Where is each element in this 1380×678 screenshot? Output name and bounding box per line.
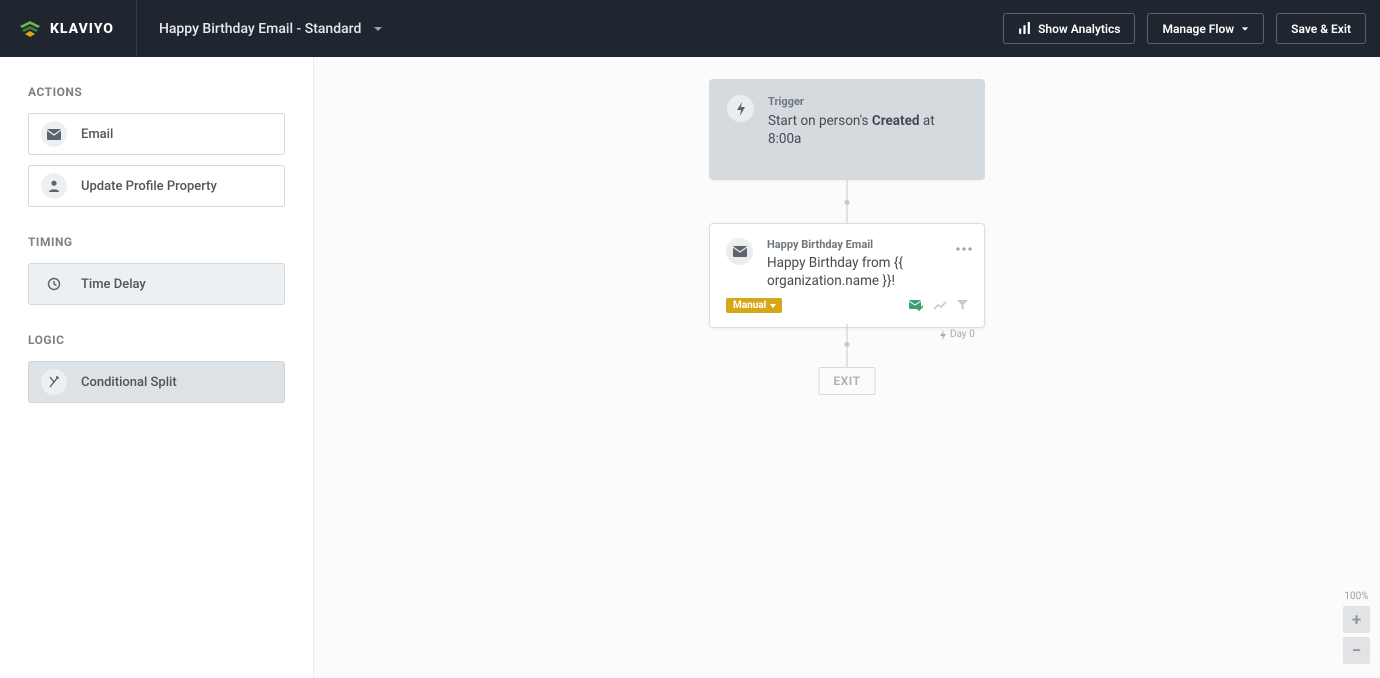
connector-line: [847, 180, 848, 200]
day-tag-text: Day 0: [950, 329, 975, 340]
palette-item-label: Update Profile Property: [81, 179, 217, 194]
bolt-icon: [727, 95, 754, 122]
email-node-indicators: [909, 300, 968, 312]
connector-line: [847, 205, 848, 223]
bolt-icon: [939, 330, 947, 340]
connector-line: [847, 347, 848, 367]
manage-flow-label: Manage Flow: [1162, 22, 1234, 36]
clock-icon: [41, 271, 67, 297]
email-node-head: Happy Birthday Email Happy Birthday from…: [726, 238, 968, 290]
trigger-text-strong: Created: [872, 113, 920, 129]
brand-logo[interactable]: KLAVIYO: [18, 0, 137, 57]
split-icon: [41, 369, 67, 395]
sidebar-section-timing: TIMING Time Delay: [28, 235, 285, 305]
trigger-node[interactable]: Trigger Start on person's Created at 8:0…: [709, 79, 985, 180]
section-label-actions: ACTIONS: [28, 85, 285, 99]
palette-item-email[interactable]: Email: [28, 113, 285, 155]
palette-item-label: Time Delay: [81, 277, 146, 292]
show-analytics-label: Show Analytics: [1038, 22, 1120, 36]
email-node-label: Happy Birthday Email: [767, 238, 968, 251]
email-node-footer: Manual: [726, 298, 968, 313]
mail-icon: [41, 121, 67, 147]
exit-label: EXIT: [833, 374, 860, 388]
email-node[interactable]: Happy Birthday Email Happy Birthday from…: [709, 223, 985, 328]
connector-line: [847, 324, 848, 342]
brand-name: KLAVIYO: [50, 21, 114, 37]
person-icon: [41, 173, 67, 199]
zoom-out-button[interactable]: −: [1343, 637, 1370, 664]
flow-title-text: Happy Birthday Email - Standard: [159, 21, 361, 37]
email-node-subject: Happy Birthday from {{ organization.name…: [767, 255, 968, 290]
flow-title-dropdown[interactable]: Happy Birthday Email - Standard: [159, 21, 383, 37]
filter-icon[interactable]: [957, 300, 968, 311]
palette-item-conditional-split[interactable]: Conditional Split: [28, 361, 285, 403]
zoom-controls: 100% + −: [1343, 591, 1370, 668]
trigger-description: Start on person's Created at 8:00a: [768, 112, 967, 148]
trigger-text-prefix: Start on person's: [768, 113, 872, 129]
sidebar-section-actions: ACTIONS Email Update Profile Property: [28, 85, 285, 207]
zoom-in-button[interactable]: +: [1343, 606, 1370, 633]
save-exit-label: Save & Exit: [1291, 22, 1351, 36]
status-badge-manual[interactable]: Manual: [726, 298, 782, 313]
manage-flow-button[interactable]: Manage Flow: [1147, 13, 1264, 44]
sidebar-section-logic: LOGIC Conditional Split: [28, 333, 285, 403]
palette-item-label: Conditional Split: [81, 375, 177, 390]
palette-item-label: Email: [81, 127, 113, 142]
caret-down-icon: [770, 304, 776, 308]
save-exit-button[interactable]: Save & Exit: [1276, 13, 1366, 44]
klaviyo-logo-icon: [18, 20, 42, 38]
analytics-line-icon[interactable]: [933, 301, 947, 311]
section-label-logic: LOGIC: [28, 333, 285, 347]
palette-item-time-delay[interactable]: Time Delay: [28, 263, 285, 305]
status-badge-text: Manual: [733, 300, 766, 311]
caret-down-icon: [1241, 25, 1249, 33]
mail-icon: [726, 238, 753, 265]
bar-chart-icon: [1018, 22, 1031, 35]
email-check-icon[interactable]: [909, 300, 923, 312]
node-overflow-menu[interactable]: [956, 236, 972, 255]
email-node-body: Happy Birthday Email Happy Birthday from…: [767, 238, 968, 290]
show-analytics-button[interactable]: Show Analytics: [1003, 13, 1135, 44]
exit-node: EXIT: [818, 367, 875, 395]
top-header: KLAVIYO Happy Birthday Email - Standard …: [0, 0, 1380, 57]
trigger-body: Trigger Start on person's Created at 8:0…: [768, 95, 967, 164]
palette-sidebar: ACTIONS Email Update Profile Property TI…: [0, 57, 314, 678]
trigger-label: Trigger: [768, 95, 967, 108]
palette-item-update-profile[interactable]: Update Profile Property: [28, 165, 285, 207]
zoom-level: 100%: [1344, 591, 1368, 602]
day-tag: Day 0: [939, 329, 975, 340]
flow-canvas[interactable]: Trigger Start on person's Created at 8:0…: [314, 57, 1380, 678]
section-label-timing: TIMING: [28, 235, 285, 249]
caret-down-icon: [373, 24, 383, 34]
header-left: KLAVIYO Happy Birthday Email - Standard: [18, 0, 383, 57]
header-right: Show Analytics Manage Flow Save & Exit: [1003, 13, 1366, 44]
